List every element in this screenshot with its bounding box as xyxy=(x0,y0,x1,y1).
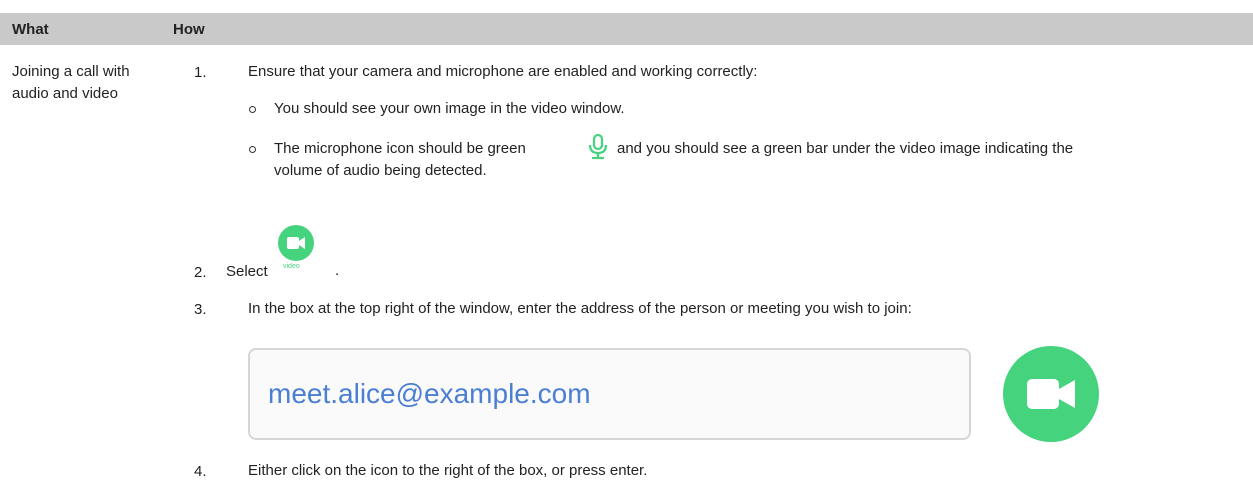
bullet-2-text-c: volume of audio being detected. xyxy=(274,162,487,179)
microphone-icon xyxy=(588,133,608,165)
header-what: What xyxy=(12,21,49,38)
address-input[interactable] xyxy=(268,374,948,414)
step-1-number: 1. xyxy=(194,64,207,81)
step-1-text: Ensure that your camera and microphone a… xyxy=(248,63,758,80)
bullet-2-text-a: The microphone icon should be green xyxy=(274,140,526,157)
video-camera-icon xyxy=(287,237,305,249)
video-camera-icon xyxy=(1027,379,1075,409)
step-2-number: 2. xyxy=(194,264,207,281)
bullet-marker xyxy=(249,106,256,113)
bullet-1-text: You should see your own image in the vid… xyxy=(274,100,625,117)
header-how: How xyxy=(173,21,205,38)
step-3-number: 3. xyxy=(194,301,207,318)
start-video-call-button[interactable] xyxy=(1003,346,1099,442)
bullet-marker xyxy=(249,146,256,153)
video-button-caption: video xyxy=(283,263,300,270)
step-4-text: Either click on the icon to the right of… xyxy=(248,462,648,479)
bullet-2-text-b: and you should see a green bar under the… xyxy=(617,140,1074,157)
step-3-text: In the box at the top right of the windo… xyxy=(248,300,912,317)
step-4-number: 4. xyxy=(194,463,207,480)
video-call-button[interactable] xyxy=(278,225,314,261)
step-2-period: . xyxy=(335,262,340,279)
address-box xyxy=(248,348,971,440)
step-2-text: Select xyxy=(226,263,268,280)
table-header: What How xyxy=(0,13,1253,45)
what-cell: Joining a call with audio and video xyxy=(12,63,130,102)
